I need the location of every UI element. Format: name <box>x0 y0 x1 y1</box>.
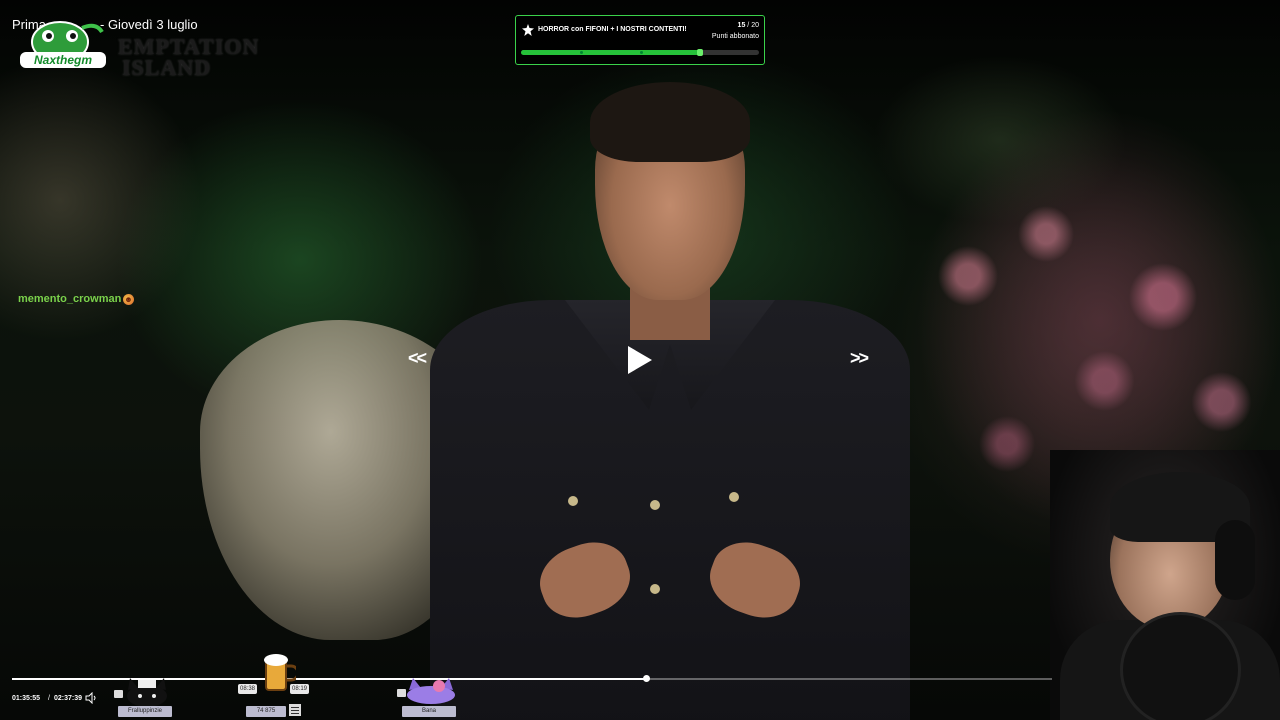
goal-progress-bar <box>521 49 759 56</box>
goal-progress-marker <box>696 49 703 56</box>
host-hair <box>590 82 750 162</box>
marker-label: Fralluppinzie <box>118 706 172 717</box>
cat-emote-icon <box>127 678 167 706</box>
star-icon <box>522 24 534 36</box>
channel-logo: Naxthegm <box>20 21 106 68</box>
marker-time-left: 08:38 <box>238 684 258 694</box>
goal-subtitle: Punti abbonato <box>711 33 759 40</box>
list-icon <box>289 704 301 716</box>
marker-time-right: 08:19 <box>290 684 310 694</box>
stream-title-part2: - Giovedì 3 luglio <box>100 17 198 32</box>
show-logo: EMPTATION ISLAND <box>118 34 260 80</box>
goal-progress-fill <box>521 50 700 55</box>
marker-label: 74 875 <box>246 706 286 717</box>
shirt-button <box>650 500 660 510</box>
speaker-icon[interactable] <box>85 692 97 704</box>
forward-button[interactable]: >> <box>850 348 869 369</box>
smiley-emote-icon: ☻ <box>123 294 134 305</box>
shirt-button <box>568 496 578 506</box>
current-time: 01:35:55 <box>12 695 41 702</box>
goal-current: 15 <box>737 22 746 29</box>
duration: 02:37:39 <box>54 695 83 702</box>
show-logo-line2: ISLAND <box>122 55 212 80</box>
shirt-button <box>650 584 660 594</box>
goal-target: 20 <box>751 22 759 29</box>
channel-logo-text: Naxthegm <box>34 53 92 67</box>
rewind-button[interactable]: << <box>408 348 427 369</box>
goal-count: 15 / 20 <box>738 22 759 29</box>
goal-title: HORROR con FIFONI + I NOSTRI CONTENTI! <box>538 26 687 33</box>
goal-separator: / <box>747 22 750 29</box>
show-logo-line1: EMPTATION <box>118 34 260 59</box>
play-icon[interactable] <box>626 344 654 376</box>
goal-milestone <box>580 51 583 54</box>
host-shirt <box>430 300 910 720</box>
chat-username[interactable]: memento_crowman <box>18 293 121 305</box>
goal-milestone <box>640 51 643 54</box>
shirt-button <box>729 492 739 502</box>
seek-bar-progress <box>12 678 647 680</box>
purple-cat-emote-icon <box>407 678 455 704</box>
marker-label: Bana <box>402 706 456 717</box>
subscriber-goal-widget: HORROR con FIFONI + I NOSTRI CONTENTI! 1… <box>515 15 765 65</box>
headphones <box>1215 520 1255 600</box>
chat-bubble-icon <box>114 690 123 698</box>
time-separator: / <box>48 695 50 702</box>
microphone <box>1120 612 1241 720</box>
